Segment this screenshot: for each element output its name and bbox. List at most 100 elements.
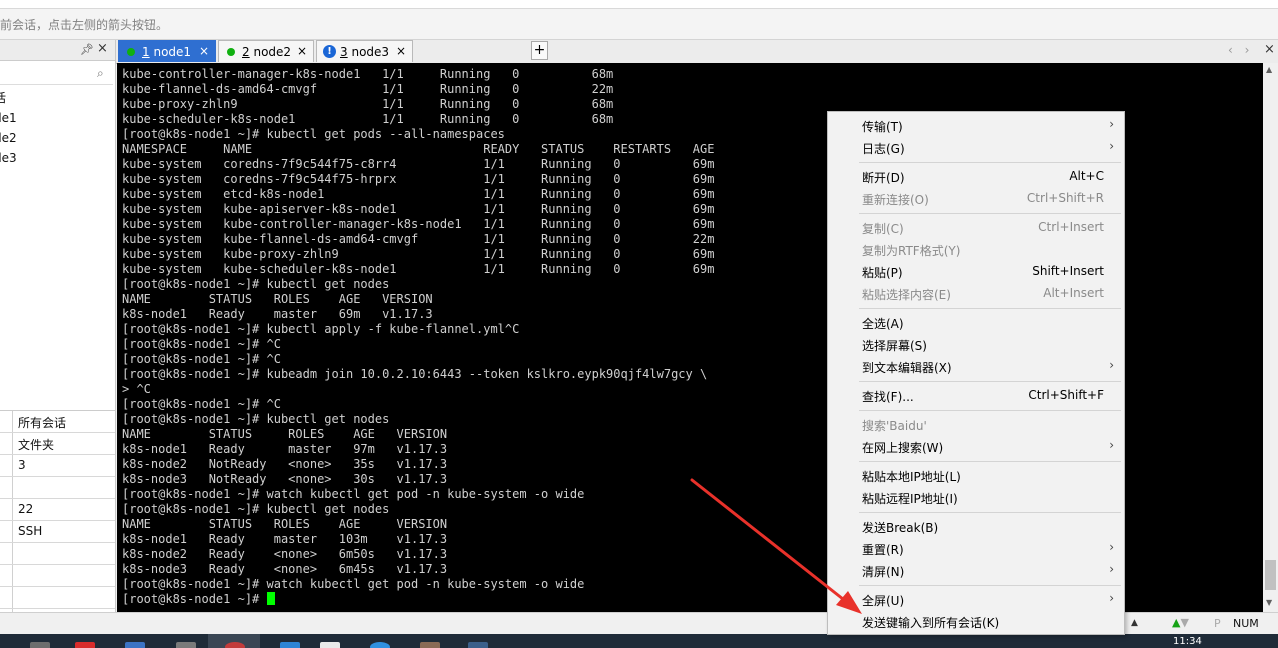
terminal-scrollbar[interactable]: ▲ ▼ xyxy=(1263,63,1278,612)
menu-item[interactable]: 查找(F)... Ctrl+Shift+F xyxy=(828,385,1124,407)
menu-item[interactable]: 选择屏幕(S) xyxy=(828,334,1124,356)
menu-item[interactable]: 重置(R) › xyxy=(828,538,1124,560)
terminal-line: NAME STATUS ROLES AGE VERSION xyxy=(122,292,433,306)
menu-item[interactable]: 在网上搜索(W) › xyxy=(828,436,1124,458)
taskbar-clock: 11:34 xyxy=(1173,636,1202,647)
taskbar-app-icon[interactable] xyxy=(420,642,440,648)
tab-close-icon[interactable]: × xyxy=(297,44,307,58)
terminal-line: [root@k8s-node1 ~]# kubectl get nodes xyxy=(122,412,390,426)
terminal-line: kube-system kube-controller-manager-k8s-… xyxy=(122,217,715,231)
submenu-arrow-icon: › xyxy=(1109,139,1114,153)
terminal-line: > ^C xyxy=(122,382,151,396)
property-row xyxy=(0,587,115,609)
status-num-indicator: NUM xyxy=(1233,617,1259,630)
tab-close-icon[interactable]: × xyxy=(199,44,209,58)
taskbar-app-icon[interactable] xyxy=(320,642,340,648)
terminal-line: k8s-node2 NotReady <none> 35s v1.17.3 xyxy=(122,457,448,471)
tab-node2[interactable]: 2 node2 × xyxy=(218,40,314,62)
session-tree-item[interactable]: de3 xyxy=(0,148,115,168)
submenu-arrow-icon: › xyxy=(1109,117,1114,131)
property-row: 所有会话 xyxy=(0,411,115,433)
menu-item[interactable]: 到文本编辑器(X) › xyxy=(828,356,1124,378)
terminal-line: [root@k8s-node1 ~]# watch kubectl get po… xyxy=(122,577,585,591)
tab-label: 2 node2 xyxy=(242,45,291,59)
tab-number: 1 xyxy=(142,45,150,59)
menu-item[interactable]: 清屏(N) › xyxy=(828,560,1124,582)
tab-node3[interactable]: ! 3 node3 × xyxy=(316,40,413,62)
terminal-output: kube-controller-manager-k8s-node1 1/1 Ru… xyxy=(122,67,714,607)
taskbar-app-icon[interactable] xyxy=(75,642,95,648)
menu-item-label: 查找(F)... xyxy=(862,390,914,404)
menu-item[interactable]: 传输(T) › xyxy=(828,115,1124,137)
taskbar-app-icon[interactable] xyxy=(225,642,245,648)
terminal-line: [root@k8s-node1 ~]# ^C xyxy=(122,397,281,411)
menu-separator xyxy=(859,162,1121,163)
tab-scroll-arrows[interactable]: ‹ › xyxy=(1228,43,1253,57)
taskbar-app-icon[interactable] xyxy=(125,642,145,648)
menu-item: 复制(C) Ctrl+Insert xyxy=(828,217,1124,239)
hint-text: 前会话，点击左侧的箭头按钮。 xyxy=(0,18,169,32)
tab-close-icon[interactable]: × xyxy=(396,44,406,58)
taskbar-app-icon[interactable] xyxy=(280,642,300,648)
taskbar-app-icon[interactable] xyxy=(370,642,390,648)
menu-item[interactable]: 粘贴远程IP地址(I) xyxy=(828,487,1124,509)
terminal-line: kube-system kube-proxy-zhln9 1/1 Running… xyxy=(122,247,715,261)
menu-item[interactable]: 粘贴(P) Shift+Insert xyxy=(828,261,1124,283)
session-tree-item[interactable]: 话 xyxy=(0,88,115,108)
property-key-cell xyxy=(0,565,13,586)
terminal-line: [root@k8s-node1 ~]# ^C xyxy=(122,337,281,351)
terminal-line: kube-system coredns-7f9c544f75-hrprx 1/1… xyxy=(122,172,715,186)
property-key-cell xyxy=(0,477,13,498)
session-tree-item[interactable]: de1 xyxy=(0,108,115,128)
session-properties: 所有会话 文件夹 3 22 SSH xyxy=(0,410,115,631)
tab-close-all-icon[interactable]: × xyxy=(1264,42,1275,57)
terminal-line: [root@k8s-node1 ~]# watch kubectl get po… xyxy=(122,487,585,501)
property-key-cell xyxy=(0,587,13,608)
menu-item[interactable]: 发送键输入到所有会话(K) xyxy=(828,611,1124,633)
terminal-line: kube-system kube-flannel-ds-amd64-cmvgf … xyxy=(122,232,715,246)
menu-item[interactable]: 发送Break(B) xyxy=(828,516,1124,538)
tab-label: 3 node3 xyxy=(340,45,389,59)
menu-separator xyxy=(859,410,1121,411)
taskbar-app-icon[interactable] xyxy=(468,642,488,648)
menu-item: 搜索'Baidu' xyxy=(828,414,1124,436)
taskbar-app-icon[interactable] xyxy=(176,642,196,648)
menu-item[interactable]: 全选(A) xyxy=(828,312,1124,334)
search-icon[interactable]: ⌕ xyxy=(97,66,104,81)
close-icon[interactable]: × xyxy=(97,41,108,56)
menu-item-label: 搜索'Baidu' xyxy=(862,419,927,433)
menu-item-label: 粘贴(P) xyxy=(862,266,903,280)
menu-item-label: 粘贴远程IP地址(I) xyxy=(862,492,958,506)
property-value: 22 xyxy=(18,502,34,516)
add-tab-button[interactable]: + xyxy=(531,41,548,60)
taskbar-app-icon[interactable] xyxy=(30,642,50,648)
terminal-line: [root@k8s-node1 ~]# kubectl get nodes xyxy=(122,502,390,516)
menu-item-label: 重新连接(O) xyxy=(862,193,929,207)
menu-item-label: 粘贴选择内容(E) xyxy=(862,288,951,302)
menu-item[interactable]: 断开(D) Alt+C xyxy=(828,166,1124,188)
scroll-thumb[interactable] xyxy=(1265,560,1276,590)
terminal-line: k8s-node1 Ready master 69m v1.17.3 xyxy=(122,307,433,321)
session-search-input[interactable]: ⌕ xyxy=(0,64,113,85)
menu-separator xyxy=(859,585,1121,586)
property-row xyxy=(0,477,115,499)
property-row: 3 xyxy=(0,455,115,477)
menu-item[interactable]: 日志(G) › xyxy=(828,137,1124,159)
property-key-cell xyxy=(0,499,13,520)
property-row: 文件夹 xyxy=(0,433,115,455)
scroll-up-icon[interactable]: ▲ xyxy=(1266,65,1272,74)
status-expand-icon[interactable]: ▲ xyxy=(1131,618,1138,628)
menu-item[interactable]: 全屏(U) › xyxy=(828,589,1124,611)
menu-item[interactable]: 粘贴本地IP地址(L) xyxy=(828,465,1124,487)
menu-item-label: 发送键输入到所有会话(K) xyxy=(862,616,1000,630)
tab-name: node1 xyxy=(153,45,192,59)
menu-separator xyxy=(859,381,1121,382)
tab-node1[interactable]: 1 node1 × xyxy=(118,40,216,62)
scroll-down-icon[interactable]: ▼ xyxy=(1266,598,1272,607)
terminal-context-menu: 传输(T) › 日志(G) › 断开(D) Alt+C 重新连接(O) Ctrl+Shift+… xyxy=(827,111,1125,635)
pin-icon[interactable]: 📌︎ xyxy=(80,43,94,56)
terminal-line: kube-proxy-zhln9 1/1 Running 0 68m xyxy=(122,97,614,111)
terminal-line: kube-system kube-apiserver-k8s-node1 1/1… xyxy=(122,202,715,216)
session-tree-item[interactable]: de2 xyxy=(0,128,115,148)
hint-bar: 前会话，点击左侧的箭头按钮。 xyxy=(0,9,1278,40)
